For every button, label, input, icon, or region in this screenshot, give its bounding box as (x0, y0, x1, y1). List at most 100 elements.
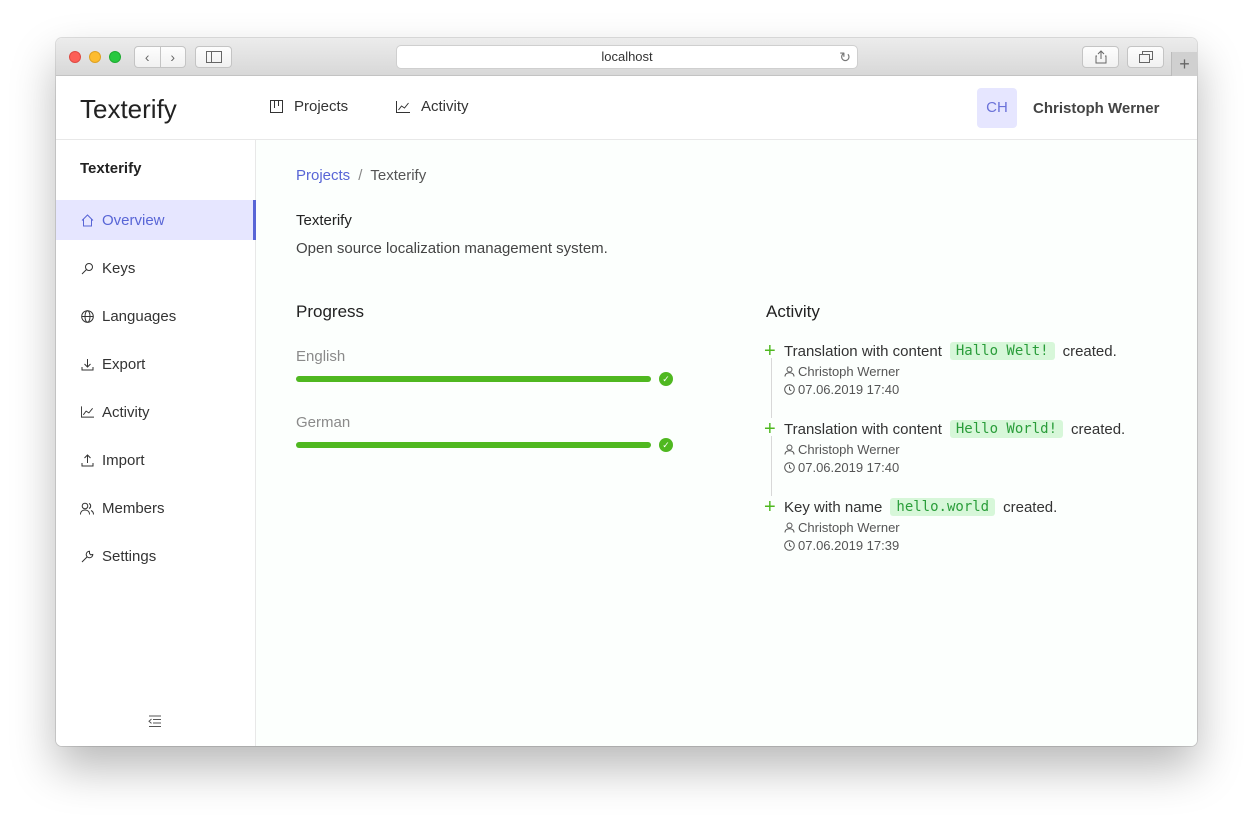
activity-prefix: Translation with content (784, 342, 942, 360)
progress-fill (296, 376, 651, 382)
browser-window: ‹ › localhost ↻ + Texterify Projects Act… (56, 38, 1197, 746)
sidebar-item-export[interactable]: Export (56, 344, 256, 384)
activity-text: Key with name hello.world created. (784, 498, 1057, 516)
sidebar-item-label: Activity (102, 403, 150, 421)
url-text: localhost (601, 49, 653, 64)
sidebar-title: Texterify (80, 160, 142, 177)
clock-icon (784, 384, 795, 395)
main-content: Projects / Texterify Texterify Open source… (256, 140, 1197, 746)
sidebar-item-import[interactable]: Import (56, 440, 256, 480)
nav-activity-label: Activity (421, 98, 469, 115)
activity-suffix: created. (1062, 342, 1117, 360)
new-tab-button[interactable]: + (1171, 52, 1197, 76)
activity-code: Hallo Welt! (949, 342, 1055, 360)
brand-logo[interactable]: Texterify (80, 94, 177, 125)
sidebar-item-settings[interactable]: Settings (56, 536, 256, 576)
history-nav: ‹ › (134, 46, 186, 68)
check-circle-icon: ✓ (659, 438, 673, 452)
sidebar-item-overview[interactable]: Overview (56, 200, 256, 240)
zoom-window-button[interactable] (109, 51, 121, 63)
activity-time: 07.06.2019 17:40 (784, 460, 899, 475)
breadcrumb-current: Texterify (370, 167, 427, 184)
users-icon (80, 502, 94, 515)
nav-activity[interactable]: Activity (396, 98, 469, 115)
reload-icon[interactable]: ↻ (839, 46, 851, 68)
tabs-icon (1138, 51, 1153, 63)
clock-icon (784, 462, 795, 473)
activity-prefix: Key with name (784, 498, 883, 516)
activity-suffix: created. (1071, 420, 1126, 438)
board-icon (270, 100, 283, 113)
share-icon (1095, 50, 1106, 64)
menu-fold-icon (148, 715, 161, 727)
activity-timestamp: 07.06.2019 17:39 (798, 538, 900, 553)
activity-user: Christoph Werner (784, 364, 900, 379)
timeline-connector (771, 436, 772, 496)
sidebar-item-label: Members (102, 499, 165, 517)
close-window-button[interactable] (69, 51, 81, 63)
activity-user-name: Christoph Werner (798, 442, 900, 457)
activity-timestamp: 07.06.2019 17:40 (798, 460, 900, 475)
browser-titlebar: ‹ › localhost ↻ + (56, 38, 1197, 76)
address-bar[interactable]: localhost ↻ (396, 45, 858, 69)
progress-fill (296, 442, 651, 448)
forward-button[interactable]: › (159, 47, 186, 67)
nav-projects[interactable]: Projects (270, 98, 348, 115)
language-name-english: English (296, 348, 346, 365)
plus-icon: + (764, 496, 776, 518)
sidebar-item-languages[interactable]: Languages (56, 296, 256, 336)
user-icon (784, 444, 795, 455)
sidebar-item-keys[interactable]: Keys (56, 248, 256, 288)
activity-timestamp: 07.06.2019 17:40 (798, 382, 900, 397)
activity-text: Translation with content Hello World! cr… (784, 420, 1125, 438)
check-circle-icon: ✓ (659, 372, 673, 386)
app-header: Texterify Projects Activity CH Christoph… (56, 76, 1197, 140)
avatar[interactable]: CH (977, 88, 1017, 128)
progress-bar-english (296, 376, 651, 382)
plus-icon: + (764, 418, 776, 440)
chart-line-icon (396, 100, 410, 113)
home-icon (80, 213, 94, 227)
clock-icon (784, 540, 795, 551)
activity-suffix: created. (1003, 498, 1058, 516)
sidebar-item-label: Import (102, 451, 145, 469)
sidebar-toggle-button[interactable] (195, 46, 232, 68)
sidebar-item-label: Settings (102, 547, 157, 565)
progress-bar-german (296, 442, 651, 448)
activity-code: Hello World! (949, 420, 1064, 438)
breadcrumb-projects-link[interactable]: Projects (296, 167, 350, 184)
activity-time: 07.06.2019 17:40 (784, 382, 899, 397)
plus-icon: + (764, 340, 776, 362)
breadcrumb: Projects / Texterify (296, 167, 426, 184)
globe-icon (80, 309, 94, 323)
project-sidebar: Texterify Overview Keys Languages Export… (56, 140, 256, 746)
key-icon (80, 262, 94, 275)
activity-user-name: Christoph Werner (798, 364, 900, 379)
sidebar-item-label: Overview (102, 211, 165, 229)
activity-code: hello.world (890, 498, 996, 516)
activity-heading: Activity (766, 302, 820, 321)
sidebar-item-activity[interactable]: Activity (56, 392, 256, 432)
progress-heading: Progress (296, 302, 365, 321)
user-icon (784, 366, 795, 377)
download-icon (80, 358, 94, 371)
chart-line-icon (80, 406, 94, 418)
collapse-sidebar-button[interactable] (148, 714, 162, 730)
language-name-german: German (296, 414, 351, 431)
user-name[interactable]: Christoph Werner (1033, 100, 1159, 117)
sidebar-item-label: Keys (102, 259, 136, 277)
breadcrumb-separator: / (358, 167, 363, 184)
tab-overview-button[interactable] (1127, 46, 1164, 68)
activity-user: Christoph Werner (784, 520, 900, 535)
timeline-connector (771, 358, 772, 418)
minimize-window-button[interactable] (89, 51, 101, 63)
project-name: Texterify (296, 212, 352, 229)
project-description: Open source localization management syst… (296, 240, 608, 257)
sidebar-icon (205, 51, 222, 63)
nav-projects-label: Projects (294, 98, 349, 115)
sidebar-item-members[interactable]: Members (56, 488, 256, 528)
share-button[interactable] (1082, 46, 1119, 68)
activity-user-name: Christoph Werner (798, 520, 900, 535)
back-button[interactable]: ‹ (135, 47, 160, 67)
activity-time: 07.06.2019 17:39 (784, 538, 899, 553)
